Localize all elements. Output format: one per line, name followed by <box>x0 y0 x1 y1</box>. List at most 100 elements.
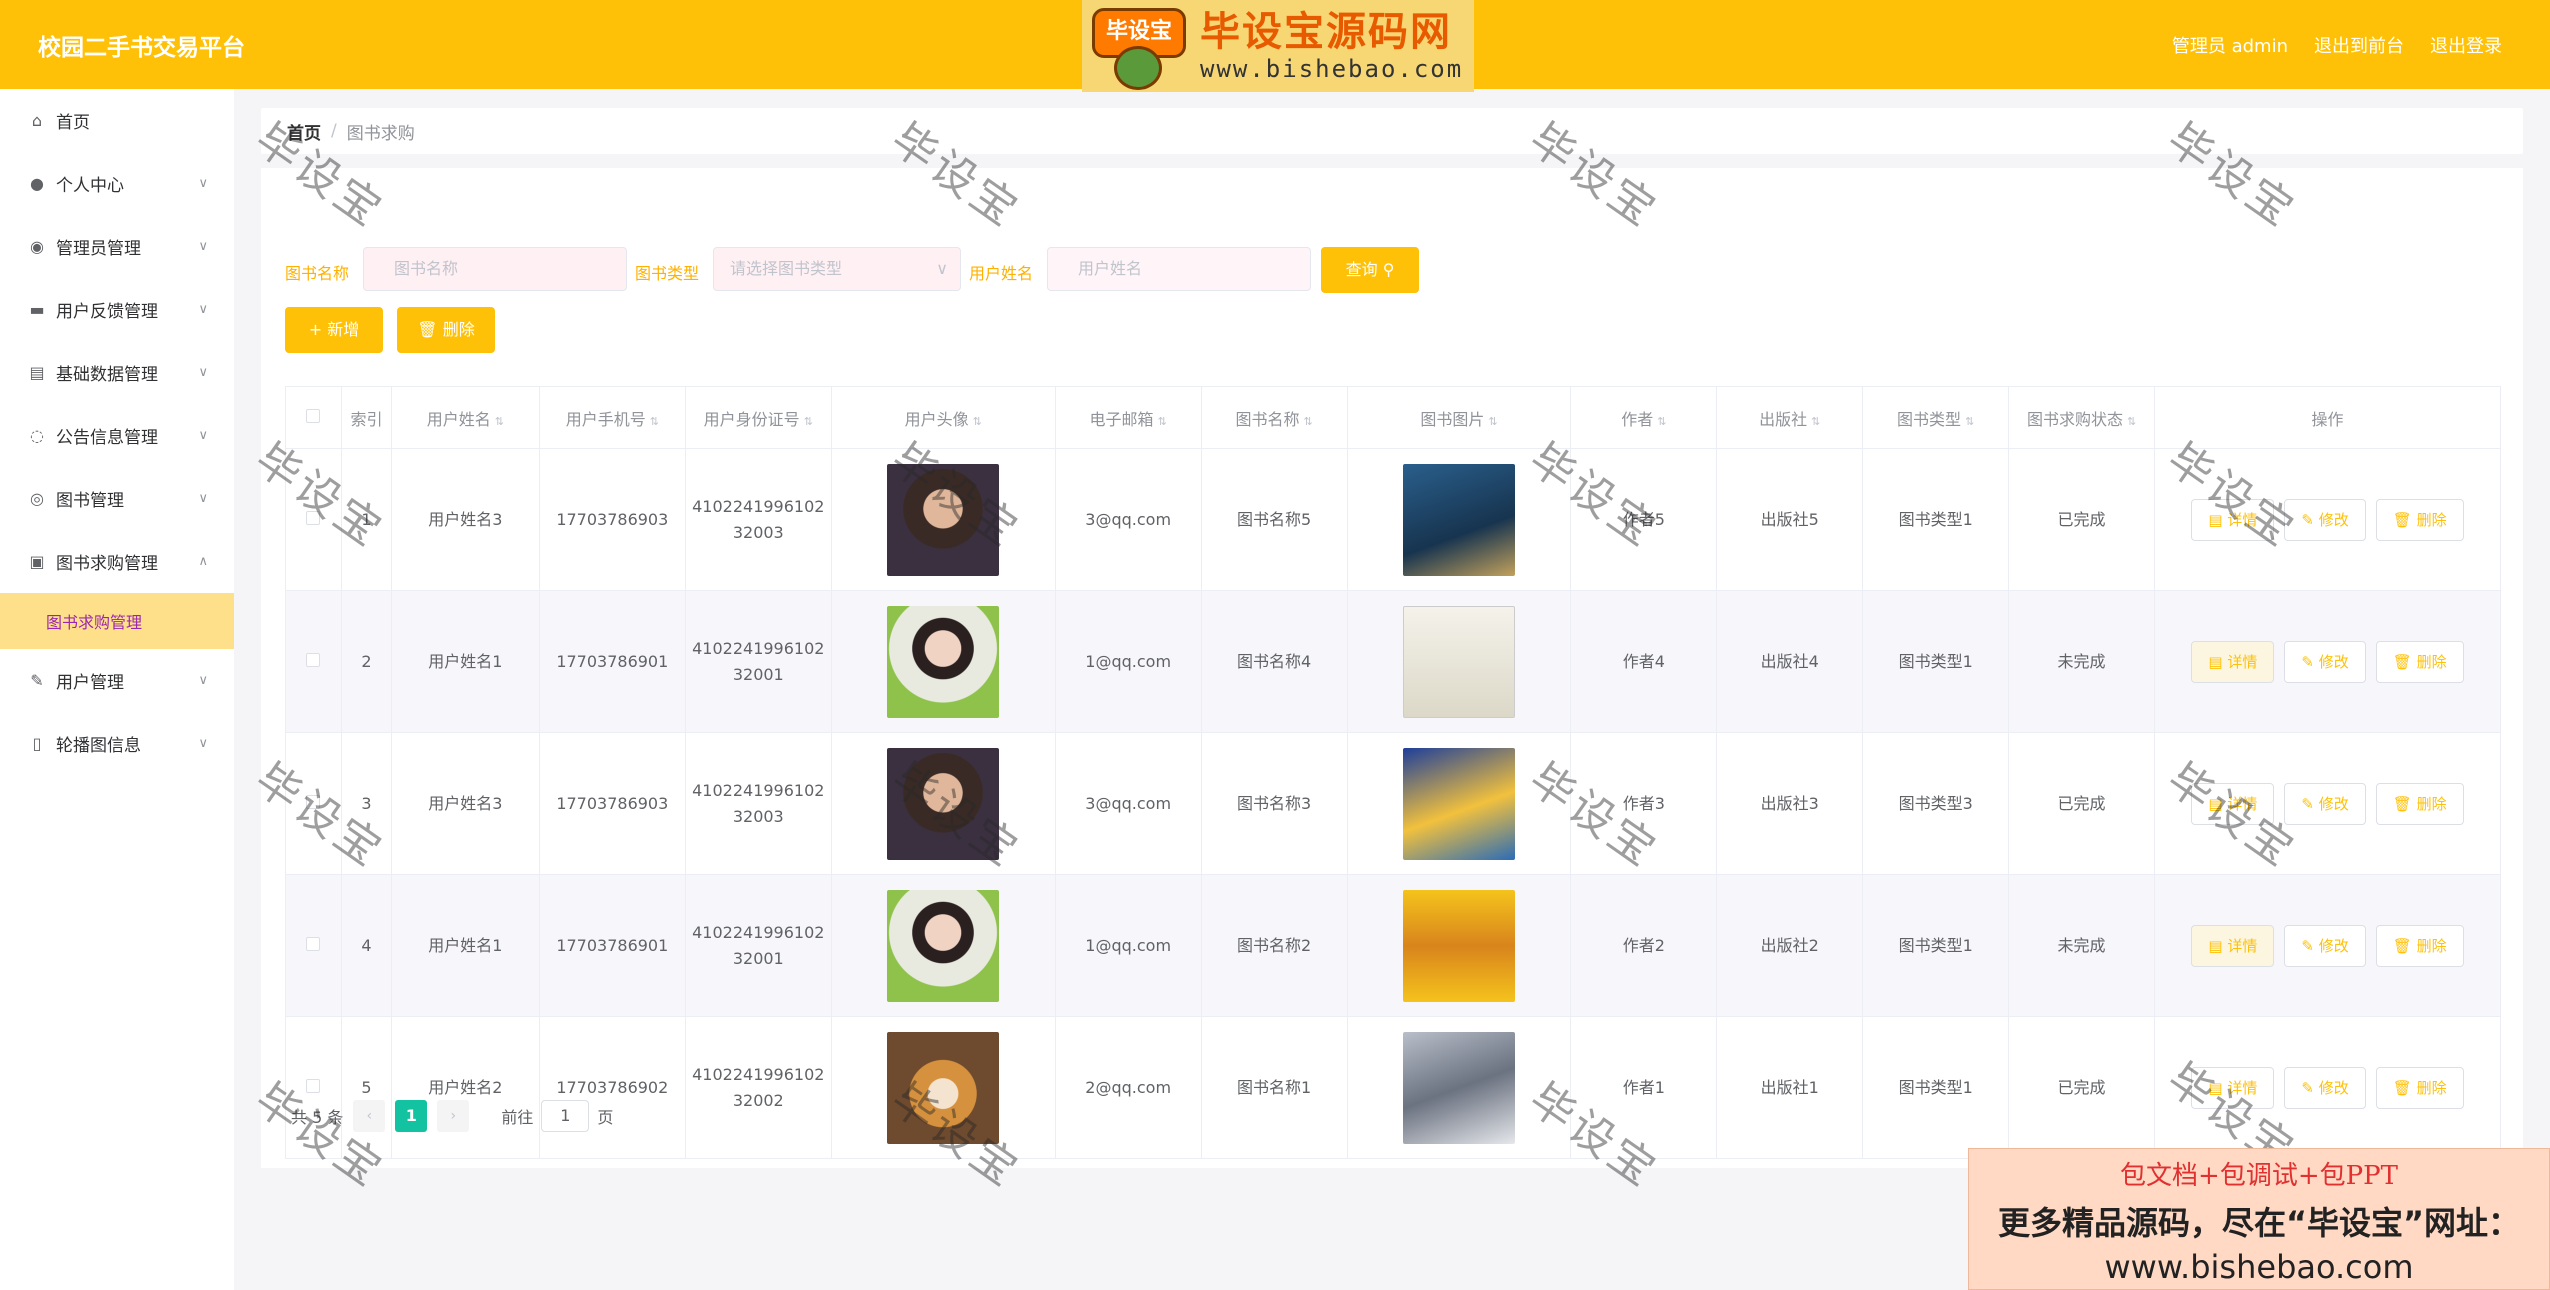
home-icon: ⌂ <box>31 110 43 130</box>
sidebar-item-book-requests[interactable]: ▣ 图书求购管理 ∧ <box>0 530 234 593</box>
cell-id-number: 4102241996102 32001 <box>684 874 832 1017</box>
col-book-type[interactable]: 图书类型 ⇅ <box>1862 386 2010 449</box>
edit-icon: ✎ <box>2301 794 2314 813</box>
page-number[interactable]: 1 <box>395 1100 428 1132</box>
sidebar-item-admins[interactable]: ◉ 管理员管理 ∨ <box>0 215 234 278</box>
delete-button[interactable]: 🗑 删除 <box>2375 498 2464 541</box>
sidebar-item-basic-data[interactable]: ▤ 基础数据管理 ∨ <box>0 341 234 404</box>
table-row: 2 用户姓名1 17703786901 4102241996102 32001 1… <box>285 590 2501 733</box>
chevron-left-icon: ‹ <box>366 1108 373 1124</box>
user-name-input[interactable]: 用户姓名 <box>1047 247 1311 291</box>
breadcrumb-home[interactable]: 首页 <box>287 119 321 144</box>
col-author[interactable]: 作者 ⇅ <box>1570 386 1718 449</box>
batch-delete-button[interactable]: 🗑 删除 <box>397 307 495 353</box>
detail-button[interactable]: ▤ 详情 <box>2191 640 2275 683</box>
mic-icon: ▯ <box>32 733 42 753</box>
user-avatar-image[interactable] <box>887 463 1000 576</box>
cell-book-name: 图书名称5 <box>1200 448 1348 591</box>
book-cover-image[interactable] <box>1402 605 1515 718</box>
select-all-checkbox[interactable] <box>306 409 321 423</box>
delete-button[interactable]: 🗑 删除 <box>2375 640 2464 683</box>
col-request-status[interactable]: 图书求购状态 ⇅ <box>2008 386 2155 449</box>
detail-button[interactable]: ▤ 详情 <box>2191 498 2275 541</box>
detail-button[interactable]: ▤ 详情 <box>2191 924 2275 967</box>
delete-button[interactable]: 🗑 删除 <box>2375 924 2464 967</box>
document-icon: ▤ <box>2208 510 2223 529</box>
edit-button[interactable]: ✎ 修改 <box>2284 640 2366 683</box>
detail-button[interactable]: ▤ 详情 <box>2191 1066 2275 1109</box>
edit-button[interactable]: ✎ 修改 <box>2284 924 2366 967</box>
row-checkbox[interactable] <box>306 936 321 951</box>
cell-book-type: 图书类型1 <box>1862 1016 2010 1159</box>
prev-page-button[interactable]: ‹ <box>353 1100 386 1132</box>
book-cover-image[interactable] <box>1402 889 1515 1002</box>
col-email[interactable]: 电子邮箱 ⇅ <box>1054 386 1202 449</box>
row-checkbox[interactable] <box>306 794 321 809</box>
breadcrumb: 首页 / 图书求购 <box>261 108 2523 154</box>
cell-index: 1 <box>340 448 392 591</box>
cell-email: 3@qq.com <box>1054 448 1202 591</box>
col-avatar[interactable]: 用户头像 ⇅ <box>830 386 1056 449</box>
add-button[interactable]: + 新增 <box>285 307 383 353</box>
chevron-down-icon: ∨ <box>198 239 208 254</box>
delete-button[interactable]: 🗑 删除 <box>2375 1066 2464 1109</box>
sidebar-subitem-book-requests[interactable]: 图书求购管理 <box>0 593 234 649</box>
promo-line-1: 包文档+包调试+包PPT <box>2120 1161 2398 1191</box>
sidebar-item-feedback[interactable]: ▬ 用户反馈管理 ∨ <box>0 278 234 341</box>
main-content: 首页 / 图书求购 图书名称 图书名称 图书类型 请选择图书类型 ∨ 用户姓名 用… <box>261 108 2523 1168</box>
cell-phone: 17703786901 <box>538 874 686 1017</box>
row-checkbox[interactable] <box>306 1078 321 1093</box>
chevron-down-icon: ∨ <box>198 302 208 317</box>
trash-icon: 🗑 <box>2392 794 2412 813</box>
col-book-image[interactable]: 图书图片 ⇅ <box>1346 386 1572 449</box>
sidebar-item-users[interactable]: ✎ 用户管理 ∨ <box>0 649 234 712</box>
user-avatar-image[interactable] <box>887 605 1000 718</box>
query-button[interactable]: 查询 ⚲ <box>1321 247 1419 293</box>
goto-page-input[interactable]: 1 <box>541 1100 590 1132</box>
row-checkbox[interactable] <box>306 652 321 667</box>
col-user-name[interactable]: 用户姓名 ⇅ <box>390 386 540 449</box>
sidebar-item-profile[interactable]: ● 个人中心 ∨ <box>0 152 234 215</box>
delete-button[interactable]: 🗑 删除 <box>2375 782 2464 825</box>
select-all-cell[interactable] <box>285 386 342 449</box>
document-icon: ▤ <box>2208 652 2223 671</box>
row-checkbox[interactable] <box>306 510 321 525</box>
edit-button[interactable]: ✎ 修改 <box>2284 498 2366 541</box>
detail-button[interactable]: ▤ 详情 <box>2191 782 2275 825</box>
sidebar-item-carousel[interactable]: ▯ 轮播图信息 ∨ <box>0 712 234 775</box>
sidebar-item-notices[interactable]: ◌ 公告信息管理 ∨ <box>0 404 234 467</box>
sort-icon: ⇅ <box>1811 414 1821 428</box>
col-user-phone[interactable]: 用户手机号 ⇅ <box>538 386 686 449</box>
sort-icon: ⇅ <box>649 414 659 428</box>
col-book-name[interactable]: 图书名称 ⇅ <box>1200 386 1348 449</box>
document-icon: ▤ <box>2208 794 2223 813</box>
user-avatar-image[interactable] <box>887 747 1000 860</box>
cell-id-number: 4102241996102 32001 <box>684 590 832 733</box>
chevron-down-icon: ∨ <box>198 736 208 751</box>
book-cover-image[interactable] <box>1402 463 1515 576</box>
next-page-button[interactable]: › <box>437 1100 470 1132</box>
col-id-number[interactable]: 用户身份证号 ⇅ <box>684 386 832 449</box>
book-cover-image[interactable] <box>1402 1031 1515 1144</box>
cell-status: 未完成 <box>2008 590 2155 733</box>
book-name-input[interactable]: 图书名称 <box>363 247 627 291</box>
logout-link[interactable]: 退出登录 <box>2430 32 2502 58</box>
edit-button[interactable]: ✎ 修改 <box>2284 1066 2366 1109</box>
chevron-down-icon: ∨ <box>936 259 948 278</box>
edit-button[interactable]: ✎ 修改 <box>2284 782 2366 825</box>
book-name-label: 图书名称 <box>285 264 350 283</box>
back-to-front-link[interactable]: 退出到前台 <box>2314 32 2404 58</box>
sidebar-item-books[interactable]: ◎ 图书管理 ∨ <box>0 467 234 530</box>
content-panel: 图书名称 图书名称 图书类型 请选择图书类型 ∨ 用户姓名 用户姓名 查询 ⚲ +… <box>261 168 2523 1168</box>
cell-book-type: 图书类型1 <box>1862 590 2010 733</box>
user-avatar-image[interactable] <box>887 1031 1000 1144</box>
sidebar-item-home[interactable]: ⌂ 首页 <box>0 89 234 152</box>
promo-banner[interactable]: 包文档+包调试+包PPT 更多精品源码，尽在“毕设宝”网址： www.bishe… <box>1968 1148 2550 1290</box>
cell-index: 2 <box>340 590 392 733</box>
admin-user-link[interactable]: 管理员 admin <box>2172 32 2288 58</box>
col-publisher[interactable]: 出版社 ⇅ <box>1716 386 1864 449</box>
breadcrumb-current: 图书求购 <box>346 123 415 144</box>
user-avatar-image[interactable] <box>887 889 1000 1002</box>
book-type-select[interactable]: 请选择图书类型 ∨ <box>713 247 961 291</box>
book-cover-image[interactable] <box>1402 747 1515 860</box>
